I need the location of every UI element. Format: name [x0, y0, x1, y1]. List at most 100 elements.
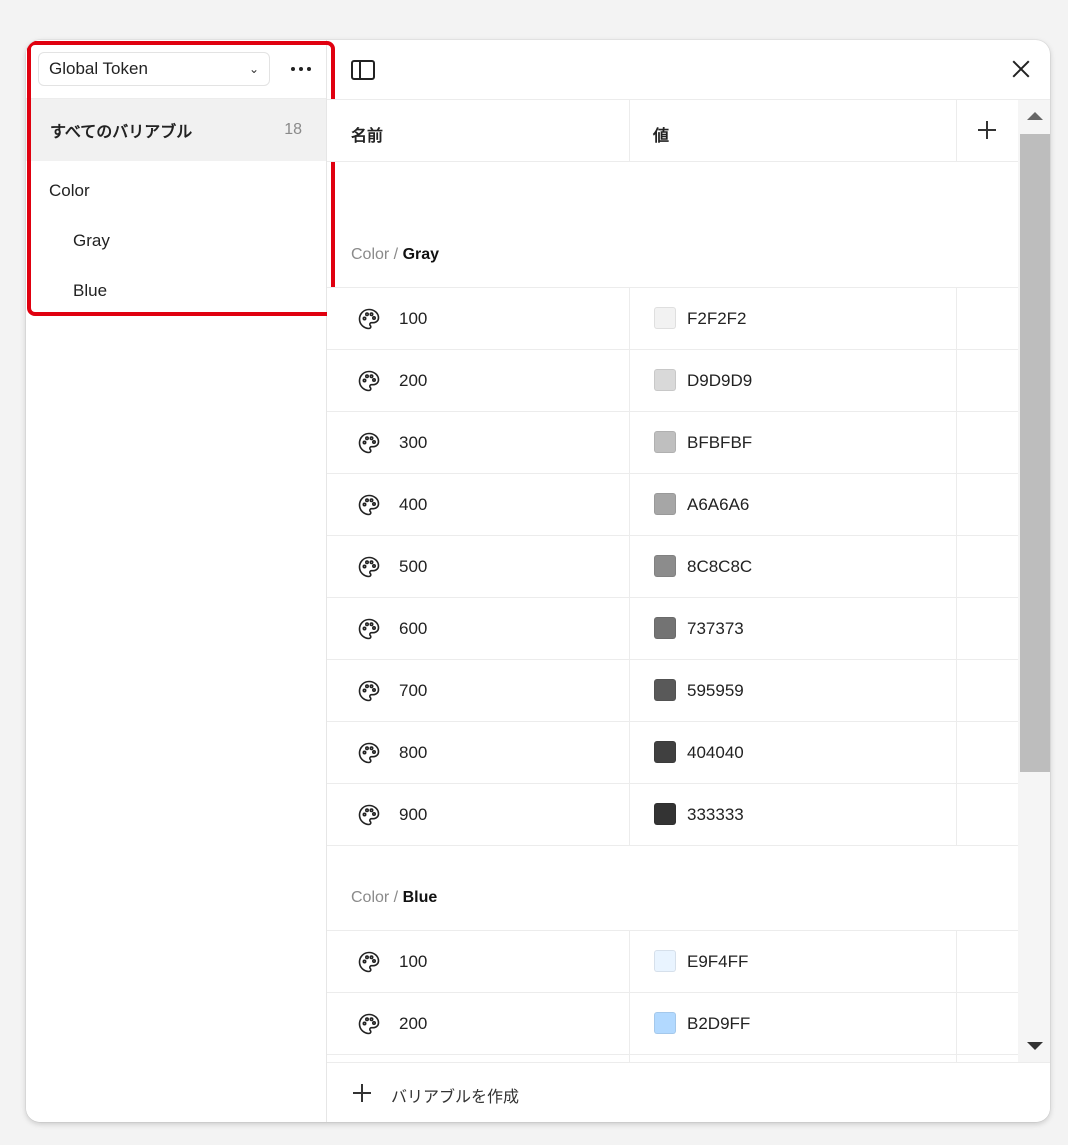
- table-row[interactable]: 200 B2D9FF: [327, 993, 1018, 1055]
- variable-name[interactable]: 800: [399, 743, 427, 763]
- variable-value[interactable]: 404040: [687, 743, 744, 763]
- divider: [629, 288, 630, 349]
- variable-value[interactable]: 737373: [687, 619, 744, 639]
- divider: [629, 412, 630, 473]
- color-swatch[interactable]: [654, 950, 676, 972]
- palette-icon: [357, 555, 381, 579]
- divider: [629, 1055, 630, 1062]
- sidebar-item-all-variables[interactable]: すべてのバリアブル 18: [26, 99, 326, 161]
- variable-name[interactable]: 600: [399, 619, 427, 639]
- scrollbar[interactable]: [1018, 100, 1050, 1062]
- divider: [629, 993, 630, 1054]
- variable-value[interactable]: BFBFBF: [687, 433, 752, 453]
- group-name: Blue: [402, 889, 438, 906]
- scroll-up-arrow-icon[interactable]: [1027, 112, 1043, 120]
- palette-icon: [357, 803, 381, 827]
- scroll-down-arrow-icon[interactable]: [1027, 1042, 1043, 1050]
- close-icon[interactable]: [1010, 58, 1032, 80]
- group-blue-rows: 100 E9F4FF 200 B2D9FF 30080BFFF: [327, 930, 1018, 1062]
- variable-name[interactable]: 700: [399, 681, 427, 701]
- palette-icon: [357, 1012, 381, 1036]
- table-row[interactable]: 200 D9D9D9: [327, 350, 1018, 412]
- sidebar-item-blue[interactable]: Blue: [73, 281, 107, 301]
- table-row[interactable]: 800 404040: [327, 722, 1018, 784]
- color-swatch[interactable]: [654, 679, 676, 701]
- all-variables-label: すべてのバリアブル: [50, 124, 193, 141]
- color-swatch[interactable]: [654, 431, 676, 453]
- table-row[interactable]: 600 737373: [327, 598, 1018, 660]
- variable-name[interactable]: 200: [399, 1014, 427, 1034]
- variable-name[interactable]: 300: [399, 433, 427, 453]
- table-row[interactable]: 400 A6A6A6: [327, 474, 1018, 536]
- more-options-button[interactable]: [288, 58, 314, 80]
- variable-value[interactable]: 8C8C8C: [687, 557, 752, 577]
- column-header-value: 値: [653, 128, 670, 145]
- collection-name: Global Token: [49, 59, 148, 78]
- chevron-down-icon: ⌄: [248, 62, 259, 76]
- dot-icon: [299, 67, 303, 71]
- variable-value[interactable]: 595959: [687, 681, 744, 701]
- variable-value[interactable]: D9D9D9: [687, 371, 752, 391]
- color-swatch[interactable]: [654, 803, 676, 825]
- palette-icon: [357, 307, 381, 331]
- divider: [629, 350, 630, 411]
- group-path: Color /: [351, 889, 403, 906]
- color-swatch[interactable]: [654, 555, 676, 577]
- table-row[interactable]: 100 F2F2F2: [327, 288, 1018, 350]
- scroll-thumb[interactable]: [1020, 134, 1050, 772]
- divider: [956, 536, 957, 597]
- divider: [629, 931, 630, 992]
- group-name: Gray: [402, 246, 440, 263]
- divider: [956, 474, 957, 535]
- color-swatch[interactable]: [654, 369, 676, 391]
- color-swatch[interactable]: [654, 307, 676, 329]
- variable-value[interactable]: B2D9FF: [687, 1014, 750, 1034]
- palette-icon: [357, 741, 381, 765]
- color-swatch[interactable]: [654, 493, 676, 515]
- divider: [629, 536, 630, 597]
- divider: [956, 931, 957, 992]
- divider: [629, 100, 630, 161]
- collection-dropdown[interactable]: Global Token ⌄: [38, 52, 270, 86]
- sidebar: Global Token ⌄ すべてのバリアブル 18 Color Gray B…: [26, 40, 335, 1122]
- group-title-blue: Color / Blue: [351, 889, 437, 907]
- variable-value[interactable]: A6A6A6: [687, 495, 749, 515]
- variable-value[interactable]: E9F4FF: [687, 952, 748, 972]
- divider: [629, 660, 630, 721]
- table-row[interactable]: 100 E9F4FF: [327, 931, 1018, 993]
- color-swatch[interactable]: [654, 1012, 676, 1034]
- table-row[interactable]: 300 BFBFBF: [327, 412, 1018, 474]
- table-row[interactable]: 500 8C8C8C: [327, 536, 1018, 598]
- palette-icon: [357, 493, 381, 517]
- color-swatch[interactable]: [654, 741, 676, 763]
- divider: [956, 412, 957, 473]
- sidebar-toggle-icon[interactable]: [351, 60, 375, 80]
- variable-value[interactable]: F2F2F2: [687, 309, 747, 329]
- table-row[interactable]: 700 595959: [327, 660, 1018, 722]
- sidebar-item-gray[interactable]: Gray: [73, 231, 110, 251]
- sidebar-item-color[interactable]: Color: [49, 181, 90, 201]
- divider: [956, 993, 957, 1054]
- table-row[interactable]: 900 333333: [327, 784, 1018, 846]
- divider: [629, 784, 630, 845]
- divider: [956, 350, 957, 411]
- variable-name[interactable]: 900: [399, 805, 427, 825]
- group-title-gray: Color / Gray: [351, 246, 439, 264]
- add-column-button[interactable]: [977, 120, 997, 140]
- variable-name[interactable]: 400: [399, 495, 427, 515]
- variable-name[interactable]: 100: [399, 952, 427, 972]
- table-row[interactable]: 30080BFFF: [327, 1055, 1018, 1062]
- create-variable-button[interactable]: バリアブルを作成: [391, 1083, 519, 1107]
- palette-icon: [357, 431, 381, 455]
- divider: [956, 288, 957, 349]
- variable-name[interactable]: 500: [399, 557, 427, 577]
- color-swatch[interactable]: [654, 617, 676, 639]
- plus-icon[interactable]: [353, 1084, 371, 1102]
- top-bar: [327, 40, 1050, 100]
- variable-name[interactable]: 200: [399, 371, 427, 391]
- variables-table: 名前 値 Color / Gray 100 F2F2F2 200 D9D9D9 300 B…: [327, 100, 1018, 1062]
- variable-name[interactable]: 100: [399, 309, 427, 329]
- variable-value[interactable]: 333333: [687, 805, 744, 825]
- column-header-name: 名前: [351, 128, 384, 145]
- all-variables-count: 18: [284, 121, 302, 138]
